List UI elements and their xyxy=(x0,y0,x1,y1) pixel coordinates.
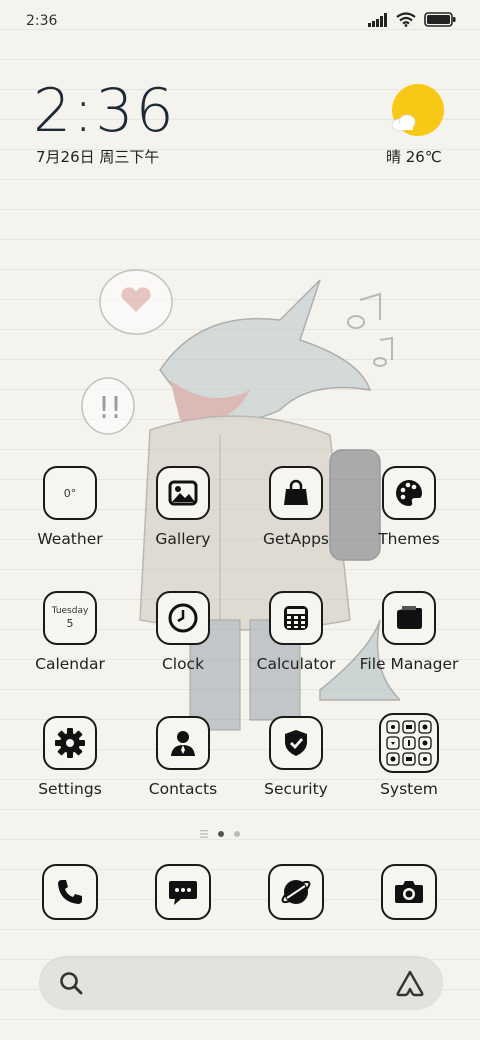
folder-grid-icon[interactable] xyxy=(379,713,439,773)
weather-icon[interactable]: 0° xyxy=(43,466,97,520)
palette-icon[interactable] xyxy=(382,466,436,520)
app-file-manager[interactable]: File Manager xyxy=(353,591,465,673)
camera-icon[interactable] xyxy=(381,864,437,920)
status-icons xyxy=(368,12,456,27)
app-system-folder[interactable]: System xyxy=(353,713,465,798)
app-settings[interactable]: Settings xyxy=(14,716,126,798)
calendar-icon[interactable]: Tuesday 5 xyxy=(43,591,97,645)
app-contacts[interactable]: Contacts xyxy=(127,716,239,798)
app-label: System xyxy=(380,780,438,798)
search-icon[interactable] xyxy=(58,970,84,996)
calendar-icon-day: Tuesday xyxy=(51,606,89,616)
app-weather[interactable]: 0° Weather xyxy=(14,466,126,548)
folder-icon[interactable] xyxy=(382,591,436,645)
shopping-bag-icon[interactable] xyxy=(269,466,323,520)
status-bar-time: 2:36 xyxy=(26,13,58,29)
weather-icon-temp: 0° xyxy=(63,486,77,500)
assistant-icon[interactable] xyxy=(394,969,426,997)
wifi-icon xyxy=(396,12,416,27)
person-icon[interactable] xyxy=(156,716,210,770)
app-gallery[interactable]: Gallery xyxy=(127,466,239,548)
clock-icon[interactable] xyxy=(156,591,210,645)
search-bar[interactable] xyxy=(39,956,443,1010)
clock-widget-time[interactable]: 2:36 xyxy=(33,78,176,144)
app-calculator[interactable]: Calculator xyxy=(240,591,352,673)
gear-icon[interactable] xyxy=(43,716,97,770)
clock-widget-date: 7月26日 周三下午 xyxy=(36,148,160,166)
list-lines-icon xyxy=(200,830,208,838)
app-label: GetApps xyxy=(263,530,329,548)
app-label: File Manager xyxy=(359,655,459,673)
app-calendar[interactable]: Tuesday 5 Calendar xyxy=(14,591,126,673)
app-security[interactable]: Security xyxy=(240,716,352,798)
page-dot-active[interactable] xyxy=(218,831,224,837)
page-indicator[interactable] xyxy=(200,830,240,838)
app-themes[interactable]: Themes xyxy=(353,466,465,548)
calculator-icon[interactable] xyxy=(269,591,323,645)
svg-text:!!: !! xyxy=(98,391,122,426)
weather-widget-text: 晴 26℃ xyxy=(386,148,442,166)
phone-icon[interactable] xyxy=(42,864,98,920)
dock-browser[interactable] xyxy=(240,864,352,920)
page-dot[interactable] xyxy=(234,831,240,837)
cloud-icon xyxy=(391,114,416,132)
app-label: Clock xyxy=(161,655,205,673)
message-icon[interactable] xyxy=(155,864,211,920)
app-label: Calendar xyxy=(35,655,105,673)
calendar-icon-date: 5 xyxy=(66,617,74,630)
dock-camera[interactable] xyxy=(353,864,465,920)
battery-icon xyxy=(424,12,456,27)
dock-messages[interactable] xyxy=(127,864,239,920)
app-label: Weather xyxy=(37,530,103,548)
gallery-icon[interactable] xyxy=(156,466,210,520)
app-getapps[interactable]: GetApps xyxy=(240,466,352,548)
app-label: Themes xyxy=(378,530,440,548)
app-label: Settings xyxy=(38,780,102,798)
app-label: Gallery xyxy=(155,530,211,548)
browser-icon[interactable] xyxy=(268,864,324,920)
app-label: Security xyxy=(264,780,328,798)
app-label: Calculator xyxy=(256,655,336,673)
app-label: Contacts xyxy=(148,780,218,798)
shield-icon[interactable] xyxy=(269,716,323,770)
dock-phone[interactable] xyxy=(14,864,126,920)
app-clock[interactable]: Clock xyxy=(127,591,239,673)
signal-icon xyxy=(368,12,387,27)
